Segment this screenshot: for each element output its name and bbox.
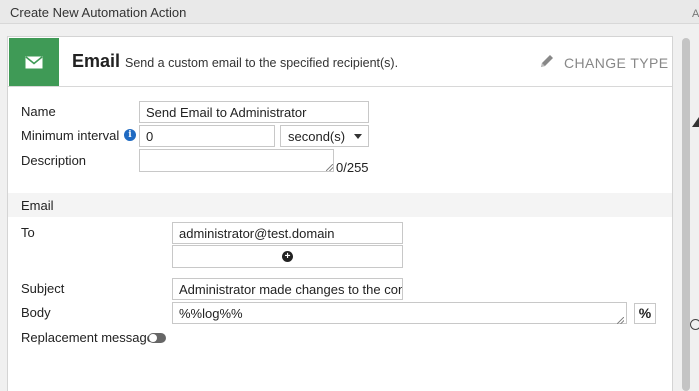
insert-variable-button[interactable]: % — [634, 303, 656, 324]
subject-input[interactable]: Administrator made changes to the con — [172, 278, 403, 300]
to-input[interactable]: administrator@test.domain — [172, 222, 403, 244]
subject-label: Subject — [21, 281, 65, 296]
info-icon[interactable]: i — [124, 129, 136, 141]
change-type-label: CHANGE TYPE — [564, 54, 669, 71]
description-textarea[interactable] — [139, 149, 334, 172]
body-textarea[interactable]: %%log%% — [172, 302, 627, 324]
toggle-knob — [149, 334, 157, 342]
side-panel-label: A — [692, 8, 699, 20]
replacement-message-toggle[interactable] — [148, 333, 166, 343]
email-section-title: Email — [21, 198, 54, 213]
envelope-icon — [9, 38, 59, 86]
description-counter: 0/255 — [336, 160, 369, 175]
change-type-button[interactable]: CHANGE TYPE — [539, 53, 669, 72]
email-section-header: Email — [8, 193, 672, 217]
scrollbar[interactable] — [682, 38, 690, 391]
resize-grip-icon[interactable] — [326, 164, 333, 171]
window-title: Create New Automation Action — [10, 5, 187, 20]
interval-unit-select[interactable]: second(s) — [280, 125, 369, 147]
description-label: Description — [21, 153, 87, 168]
name-label: Name — [21, 104, 56, 119]
pencil-icon — [539, 53, 555, 72]
add-recipient-button[interactable]: + — [172, 245, 403, 268]
automation-action-dialog: Email Send a custom email to the specifi… — [7, 36, 673, 391]
title-bar: Create New Automation Action — [0, 0, 699, 24]
clock-icon[interactable] — [690, 319, 699, 330]
action-type-title: Email — [72, 51, 121, 71]
minimum-interval-input[interactable]: 0 — [139, 125, 275, 147]
to-label: To — [21, 225, 35, 240]
replacement-message-label: Replacement message — [21, 330, 154, 345]
resize-grip-icon[interactable] — [617, 317, 624, 324]
plus-circle-icon: + — [282, 251, 293, 262]
chevron-down-icon — [354, 134, 362, 139]
name-input[interactable]: Send Email to Administrator — [139, 101, 369, 123]
action-type-header: Email Send a custom email to the specifi… — [8, 37, 672, 87]
body-label: Body — [21, 305, 51, 320]
minimum-interval-label: Minimum interval — [21, 128, 120, 143]
interval-unit-value: second(s) — [288, 129, 346, 144]
action-type-description: Send a custom email to the specified rec… — [125, 56, 399, 70]
